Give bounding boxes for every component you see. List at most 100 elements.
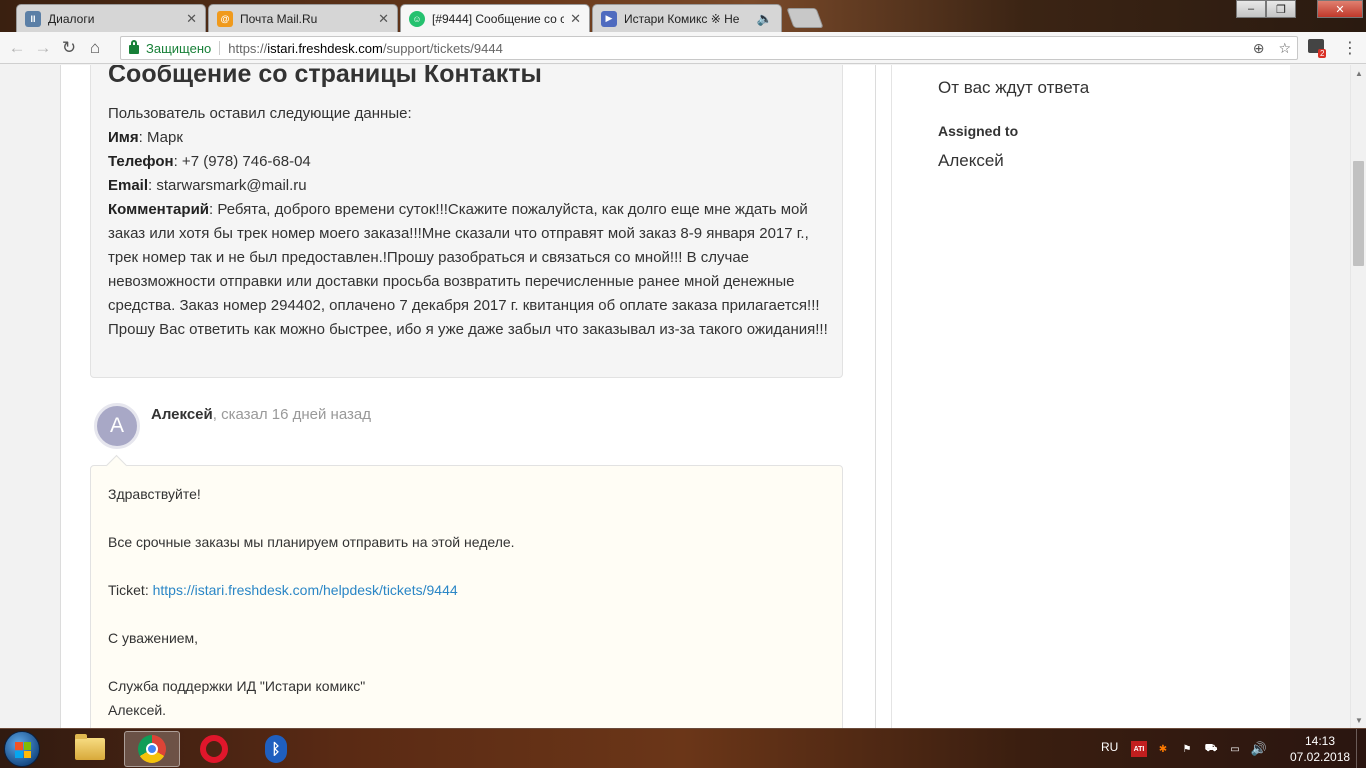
avatar: А: [94, 403, 140, 449]
reply-signature-name: Алексей.: [108, 702, 167, 718]
maximize-button[interactable]: ❐: [1266, 0, 1296, 18]
tab-mail[interactable]: @ Почта Mail.Ru ✕: [208, 4, 398, 32]
tab-istari[interactable]: ▶ Истари Комикс ※ Не 🔈: [592, 4, 782, 32]
taskbar-bluetooth[interactable]: ᛒ: [248, 731, 304, 767]
menu-dots-icon[interactable]: ⋮: [1342, 38, 1358, 58]
windows-logo-icon: [15, 742, 31, 758]
start-button[interactable]: [4, 731, 40, 767]
vertical-scrollbar[interactable]: ▲ ▼: [1350, 65, 1366, 728]
separator: [219, 41, 221, 55]
tab-dialogs[interactable]: II Диалоги ✕: [16, 4, 206, 32]
tab-title: Истари Комикс ※ Не: [624, 11, 740, 26]
page-viewport: Сообщение со страницы Контакты Пользоват…: [0, 65, 1350, 728]
device-icon[interactable]: ⛟: [1203, 741, 1219, 757]
field-label: Имя: [108, 129, 139, 146]
windows-taskbar: ᛒ RU ATI ✱ ⚑ ⛟ ▭ 🔊 14:13 07.02.2018: [0, 728, 1366, 768]
field-label: Комментарий: [108, 201, 210, 218]
back-arrow-icon[interactable]: ←: [4, 35, 30, 61]
scroll-down-icon[interactable]: ▼: [1351, 712, 1366, 728]
scroll-up-icon[interactable]: ▲: [1351, 65, 1366, 81]
ticket-label: Ticket:: [108, 582, 153, 598]
tab-close-icon[interactable]: ✕: [570, 11, 581, 27]
reply-greeting: Здравствуйте!: [108, 486, 201, 502]
reply-signature: Служба поддержки ИД "Истари комикс": [108, 678, 366, 694]
taskbar-chrome[interactable]: [124, 731, 180, 767]
field-label: Телефон: [108, 153, 174, 170]
home-icon[interactable]: ⌂: [82, 35, 108, 61]
reload-icon[interactable]: ↻: [56, 35, 82, 61]
opera-icon: [200, 735, 228, 763]
extension-icon[interactable]: 2: [1308, 38, 1327, 58]
ati-icon[interactable]: ATI: [1131, 741, 1147, 757]
taskbar-opera[interactable]: [186, 731, 242, 767]
reply-author: Алексей: [151, 406, 213, 423]
url-scheme: https://: [228, 40, 268, 56]
reply-regards: С уважением,: [108, 630, 199, 646]
bluetooth-icon: ᛒ: [265, 735, 287, 763]
browser-toolbar: ← → ↻ ⌂ Защищено https:// istari.freshde…: [0, 32, 1366, 64]
new-tab-button[interactable]: [786, 8, 824, 28]
clock[interactable]: 14:13 07.02.2018: [1290, 733, 1350, 765]
tab-audio-icon[interactable]: 🔈: [757, 11, 773, 27]
tab-ticket[interactable]: ☺ [#9444] Сообщение со с ✕: [400, 4, 590, 32]
reply-body: Здравствуйте! Все срочные заказы мы план…: [108, 482, 833, 722]
ticket-message: Сообщение со страницы Контакты Пользоват…: [90, 65, 843, 378]
ticket-intro: Пользователь оставил следующие данные:: [108, 105, 412, 122]
zoom-icon[interactable]: ⊕: [1253, 40, 1265, 57]
field-value: : starwarsmark@mail.ru: [148, 177, 307, 194]
tab-title: Почта Mail.Ru: [240, 11, 318, 26]
url-host: istari.freshdesk.com: [267, 40, 383, 56]
tab-title: Диалоги: [48, 11, 95, 26]
reply-author-line: Алексей, сказал 16 дней назад: [151, 406, 371, 423]
field-comment: Комментарий: Ребята, доброго времени сут…: [108, 198, 833, 342]
language-indicator[interactable]: RU: [1101, 740, 1118, 754]
freshdesk-favicon-icon: ☺: [409, 10, 425, 27]
volume-icon[interactable]: 🔊: [1251, 741, 1267, 757]
clock-date: 07.02.2018: [1290, 750, 1351, 764]
assigned-agent: Алексей: [938, 151, 1004, 170]
ticket-status: От вас ждут ответа: [938, 78, 1090, 97]
forward-arrow-icon[interactable]: →: [30, 35, 56, 61]
taskbar-explorer[interactable]: [62, 731, 118, 767]
ticket-title: Сообщение со страницы Контакты: [108, 65, 542, 88]
assigned-label: Assigned to: [938, 123, 1019, 139]
field-name: Имя: Марк: [108, 126, 833, 150]
bookmark-star-icon[interactable]: ☆: [1278, 40, 1291, 57]
reply-ticket-line: Ticket: https://istari.freshdesk.com/hel…: [108, 578, 833, 602]
field-value: : +7 (978) 746-68-04: [173, 153, 311, 170]
tab-title: [#9444] Сообщение со с: [432, 11, 565, 26]
ticket-sidebar: От вас ждут ответа Assigned to Алексей: [875, 65, 1290, 728]
url-path: /support/tickets/9444: [382, 40, 503, 56]
system-tray: ATI ✱ ⚑ ⛟ ▭ 🔊: [1131, 741, 1267, 757]
folder-icon: [75, 734, 105, 760]
field-phone: Телефон: +7 (978) 746-68-04: [108, 150, 833, 174]
clock-time: 14:13: [1304, 734, 1336, 748]
close-window-button[interactable]: ✕: [1317, 0, 1363, 18]
field-value: : Марк: [138, 129, 183, 146]
sidebar-panel: От вас ждут ответа Assigned to Алексей: [891, 65, 1291, 728]
address-bar[interactable]: Защищено https:// istari.freshdesk.com /…: [120, 36, 1298, 60]
lock-icon: [129, 40, 139, 54]
flag-icon[interactable]: ⚑: [1179, 741, 1195, 757]
reply-line: Все срочные заказы мы планируем отправит…: [108, 534, 515, 550]
tab-close-icon[interactable]: ✕: [186, 11, 197, 27]
chrome-icon: [138, 735, 166, 763]
mail-favicon-icon: @: [217, 10, 233, 27]
vk-favicon-icon: II: [25, 10, 41, 27]
minimize-button[interactable]: –: [1236, 0, 1266, 18]
network-icon[interactable]: ▭: [1227, 741, 1243, 757]
secure-label: Защищено: [146, 40, 212, 56]
extension-badge: 2: [1318, 49, 1327, 58]
tab-close-icon[interactable]: ✕: [378, 11, 389, 27]
comment-text: : Ребята, доброго времени суток!!!Скажит…: [108, 201, 828, 338]
field-label: Email: [108, 177, 149, 194]
browser-tab-strip: II Диалоги ✕ @ Почта Mail.Ru ✕ ☺ [#9444]…: [0, 0, 1366, 32]
scrollbar-thumb[interactable]: [1353, 161, 1364, 266]
reply-meta: , сказал 16 дней назад: [212, 406, 371, 423]
video-favicon-icon: ▶: [601, 10, 617, 27]
ticket-link[interactable]: https://istari.freshdesk.com/helpdesk/ti…: [153, 582, 458, 598]
ticket-body: Пользователь оставил следующие данные: И…: [108, 102, 833, 342]
avast-icon[interactable]: ✱: [1155, 741, 1171, 757]
show-desktop-button[interactable]: [1356, 729, 1366, 768]
field-email: Email: starwarsmark@mail.ru: [108, 174, 833, 198]
